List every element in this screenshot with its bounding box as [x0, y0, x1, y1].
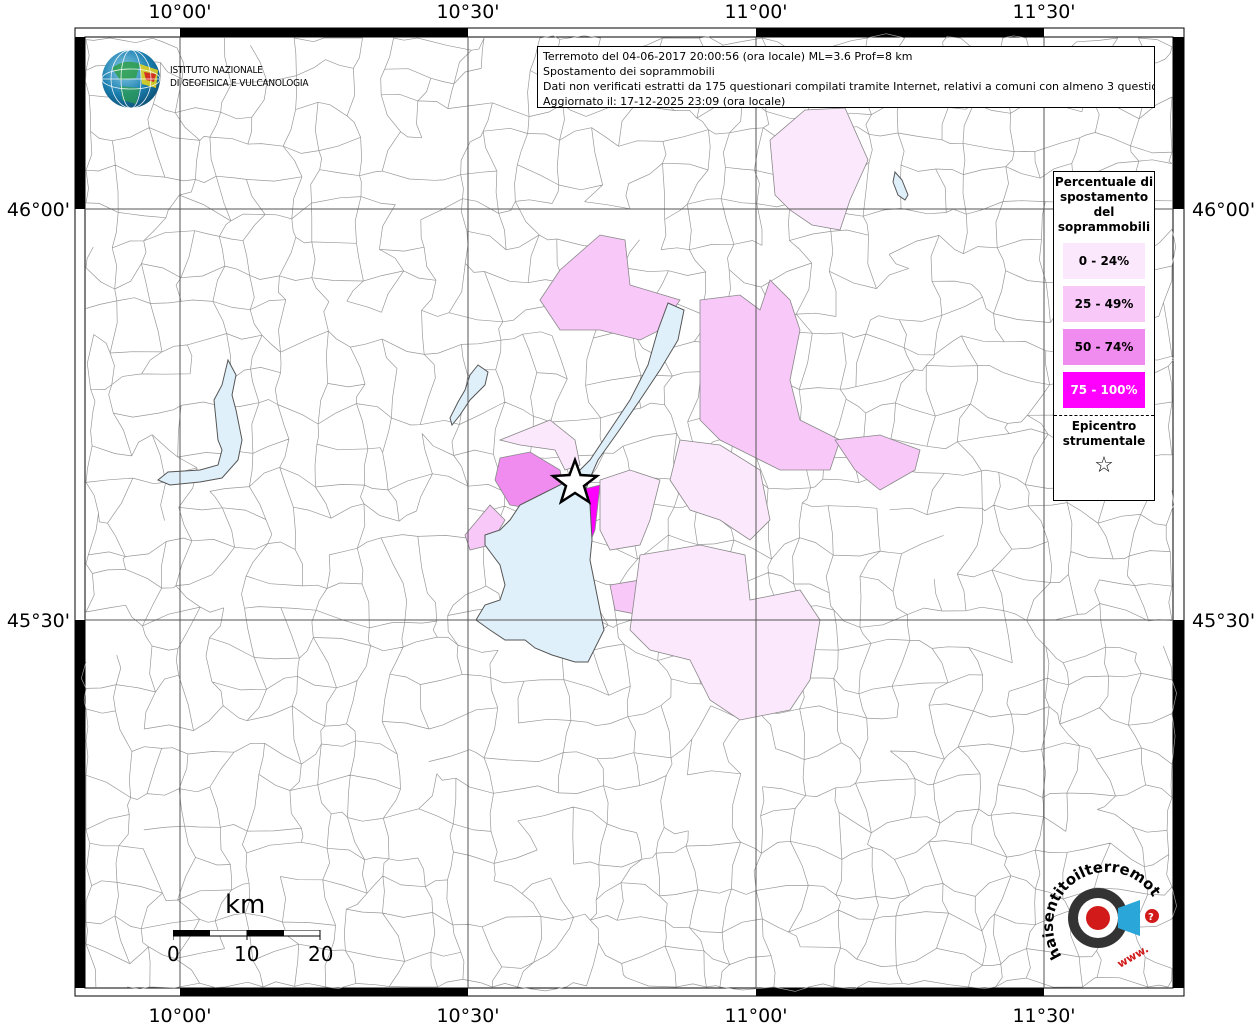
updated-line: Aggiornato il: 17-12-2025 23:09 (ora loc…: [543, 95, 786, 108]
scale-label-0: 0: [167, 942, 180, 966]
legend-item-50-74: 50 - 74%: [1063, 329, 1145, 365]
bottom-tick-4: 11°30': [1012, 1005, 1075, 1024]
right-tick-1: 46°00': [1192, 199, 1255, 221]
scale-unit: km: [225, 890, 266, 920]
bottom-tick-2: 10°30': [436, 1005, 499, 1024]
right-tick-2: 45°30': [1192, 610, 1255, 632]
scale-label-20: 20: [308, 942, 334, 966]
svg-text:?: ?: [1148, 912, 1154, 923]
ingv-name: ISTITUTO NAZIONALE DI GEOFISICA E VULCAN…: [170, 64, 309, 90]
ingv-name-line1: ISTITUTO NAZIONALE: [170, 65, 263, 76]
left-tick-2: 45°30': [7, 610, 70, 632]
haisentito-icon: haisentitoilterremoto.it ? www.: [1035, 842, 1165, 971]
top-tick-3: 11°00': [724, 1, 787, 23]
scale-bar: km 0 10 20: [167, 890, 350, 970]
legend-title: Percentuale di spostamento del soprammob…: [1054, 175, 1154, 235]
hsi-www: www.: [1115, 942, 1151, 970]
map-subject: Spostamento dei soprammobili: [543, 65, 715, 78]
top-tick-1: 10°00': [148, 1, 211, 23]
ingv-name-line2: DI GEOFISICA E VULCANOLOGIA: [170, 78, 309, 89]
scale-graphic: [173, 930, 321, 940]
top-tick-4: 11°30': [1012, 1, 1075, 23]
scale-label-10: 10: [234, 942, 260, 966]
event-line: Terremoto del 04-06-2017 20:00:56 (ora l…: [543, 50, 913, 63]
legend-item-75-100: 75 - 100%: [1063, 372, 1145, 408]
legend-star-icon: ☆: [1094, 453, 1114, 478]
legend-separator: [1054, 415, 1154, 416]
globe-icon: [101, 49, 161, 109]
legend-item-25-49: 25 - 49%: [1063, 286, 1145, 322]
data-note: Dati non verificati estratti da 175 ques…: [543, 80, 1155, 93]
haisentito-logo: haisentitoilterremoto.it ? www.: [1035, 842, 1170, 976]
bottom-tick-1: 10°00': [148, 1005, 211, 1024]
event-info-box: Terremoto del 04-06-2017 20:00:56 (ora l…: [537, 46, 1155, 108]
legend-title-text: Percentuale di spostamento del soprammob…: [1054, 175, 1154, 234]
legend-item-0-24: 0 - 24%: [1063, 243, 1145, 279]
legend-epicenter-label: Epicentro strumentale: [1062, 419, 1146, 448]
legend: Percentuale di spostamento del soprammob…: [1053, 171, 1155, 501]
left-tick-1: 46°00': [7, 199, 70, 221]
top-tick-2: 10°30': [436, 1, 499, 23]
bottom-tick-3: 11°00': [724, 1005, 787, 1024]
